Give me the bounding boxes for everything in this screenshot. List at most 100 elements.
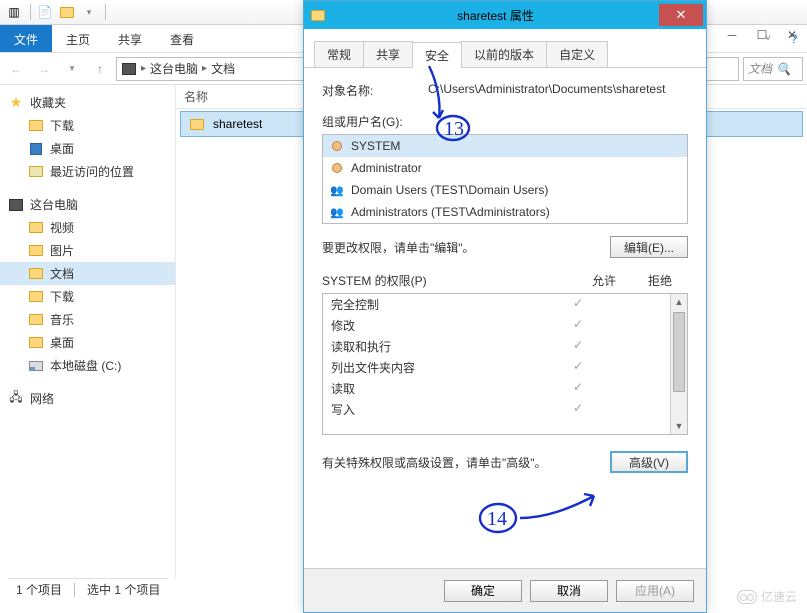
recent-icon (28, 164, 44, 180)
tab-security[interactable]: 安全 (412, 42, 462, 68)
nav-up-button[interactable]: ↑ (88, 57, 112, 81)
qat-folder-icon[interactable] (57, 2, 77, 22)
search-icon: 🔍 (776, 62, 791, 76)
tab-sharing[interactable]: 共享 (363, 41, 413, 67)
tab-previous-versions[interactable]: 以前的版本 (461, 41, 547, 67)
perm-row: 修改✓ (323, 315, 670, 336)
watermark: 亿速云 (737, 588, 797, 605)
nav-item-localdisk[interactable]: 本地磁盘 (C:) (0, 354, 175, 377)
dialog-footer: 确定 取消 应用(A) (304, 568, 706, 612)
nav-item-downloads[interactable]: 下载 (0, 114, 175, 137)
nav-thispc-label: 这台电脑 (30, 196, 78, 213)
folder-icon (304, 10, 332, 21)
group-item-administrators[interactable]: 👥Administrators (TEST\Administrators) (323, 201, 687, 223)
check-icon: ✓ (550, 317, 606, 334)
perm-row: 读取和执行✓ (323, 336, 670, 357)
perm-row: 读取✓ (323, 378, 670, 399)
search-placeholder: 文档 (748, 60, 772, 77)
status-bar: 1 个项目 选中 1 个项目 (8, 578, 168, 600)
advanced-button[interactable]: 高级(V) (610, 451, 688, 473)
advanced-hint: 有关特殊权限或高级设置，请单击"高级"。 (322, 454, 547, 471)
group-item-domain-users[interactable]: 👥Domain Users (TEST\Domain Users) (323, 179, 687, 201)
permissions-list: 完全控制✓ 修改✓ 读取和执行✓ 列出文件夹内容✓ 读取✓ 写入✓ ▲ ▼ (322, 293, 688, 435)
nav-item-documents[interactable]: 文档 (0, 262, 175, 285)
nav-item-recent[interactable]: 最近访问的位置 (0, 160, 175, 183)
nav-network-header[interactable]: 🖧 网络 (0, 387, 175, 410)
scroll-down-icon[interactable]: ▼ (671, 418, 687, 434)
ribbon-tab-view[interactable]: 查看 (156, 25, 208, 52)
ribbon-tab-home[interactable]: 主页 (52, 25, 104, 52)
nav-item-desktop2[interactable]: 桌面 (0, 331, 175, 354)
breadcrumb-root[interactable]: 这台电脑 (150, 60, 198, 77)
scroll-thumb[interactable] (673, 312, 685, 392)
tab-customize[interactable]: 自定义 (546, 41, 608, 67)
user-icon (329, 160, 345, 176)
check-icon: ✓ (550, 338, 606, 355)
perm-row: 完全控制✓ (323, 294, 670, 315)
nav-favorites-header[interactable]: ★ 收藏夹 (0, 91, 175, 114)
ribbon-tab-share[interactable]: 共享 (104, 25, 156, 52)
folder-icon (28, 243, 44, 259)
bg-minimize-button[interactable]: ─ (717, 24, 747, 46)
chevron-right-icon[interactable]: ▸ (202, 63, 207, 74)
nav-item-pictures[interactable]: 图片 (0, 239, 175, 262)
dialog-title: sharetest 属性 (332, 7, 659, 24)
group-item-system[interactable]: SYSTEM (323, 135, 687, 157)
dialog-body: 对象名称: C:\Users\Administrator\Documents\s… (304, 68, 706, 568)
navigation-pane: ★ 收藏夹 下载 桌面 最近访问的位置 这台电脑 视频 图片 文档 下载 音乐 … (0, 85, 176, 579)
dialog-titlebar[interactable]: sharetest 属性 ✕ (304, 1, 706, 29)
file-tab[interactable]: 文件 (0, 25, 52, 52)
chevron-right-icon[interactable]: ▸ (141, 63, 146, 74)
qat-dropdown-icon[interactable]: ▾ (79, 2, 99, 22)
edit-button[interactable]: 编辑(E)... (610, 236, 688, 258)
search-input[interactable]: 文档 🔍 (743, 57, 803, 81)
qat-properties-icon[interactable]: ▥ (4, 2, 24, 22)
group-users-list[interactable]: SYSTEM Administrator 👥Domain Users (TEST… (322, 134, 688, 224)
edit-hint: 要更改权限，请单击"编辑"。 (322, 239, 475, 256)
object-name-value: C:\Users\Administrator\Documents\sharete… (428, 82, 665, 99)
group-icon: 👥 (329, 204, 345, 220)
nav-item-videos[interactable]: 视频 (0, 216, 175, 239)
cancel-button[interactable]: 取消 (530, 580, 608, 602)
list-item-label: sharetest (213, 117, 262, 131)
nav-favorites-label: 收藏夹 (30, 94, 66, 111)
group-icon: 👥 (329, 182, 345, 198)
star-icon: ★ (8, 95, 24, 111)
bg-close-button[interactable]: ✕ (777, 24, 807, 46)
perm-header-deny: 拒绝 (632, 272, 688, 289)
status-count: 1 个项目 (16, 581, 62, 598)
qat-newfolder-icon[interactable]: 📄 (35, 2, 55, 22)
perm-header-allow: 允许 (576, 272, 632, 289)
group-users-label: 组或用户名(G): (322, 113, 688, 130)
check-icon: ✓ (550, 359, 606, 376)
nav-thispc-header[interactable]: 这台电脑 (0, 193, 175, 216)
folder-icon (28, 335, 44, 351)
watermark-icon (737, 590, 757, 604)
breadcrumb-current[interactable]: 文档 (211, 60, 235, 77)
nav-network-label: 网络 (30, 390, 54, 407)
scroll-up-icon[interactable]: ▲ (671, 294, 687, 310)
nav-forward-button[interactable]: → (32, 57, 56, 81)
tab-general[interactable]: 常规 (314, 41, 364, 67)
status-selection: 选中 1 个项目 (87, 581, 160, 598)
nav-item-downloads2[interactable]: 下载 (0, 285, 175, 308)
nav-recent-dropdown[interactable]: ▾ (60, 57, 84, 81)
group-item-administrator[interactable]: Administrator (323, 157, 687, 179)
perm-row: 写入✓ (323, 399, 670, 420)
nav-item-music[interactable]: 音乐 (0, 308, 175, 331)
scrollbar[interactable]: ▲ ▼ (670, 294, 687, 434)
object-name-label: 对象名称: (322, 82, 412, 99)
ok-button[interactable]: 确定 (444, 580, 522, 602)
bg-maximize-button[interactable]: ☐ (747, 24, 777, 46)
nav-back-button[interactable]: ← (4, 57, 28, 81)
folder-icon (28, 118, 44, 134)
check-icon: ✓ (550, 380, 606, 397)
folder-icon (28, 312, 44, 328)
disk-icon (28, 358, 44, 374)
dialog-tabs: 常规 共享 安全 以前的版本 自定义 (304, 29, 706, 68)
nav-item-desktop[interactable]: 桌面 (0, 137, 175, 160)
apply-button[interactable]: 应用(A) (616, 580, 694, 602)
folder-icon (28, 289, 44, 305)
dialog-close-button[interactable]: ✕ (659, 4, 703, 26)
perm-header-name: SYSTEM 的权限(P) (322, 272, 576, 289)
